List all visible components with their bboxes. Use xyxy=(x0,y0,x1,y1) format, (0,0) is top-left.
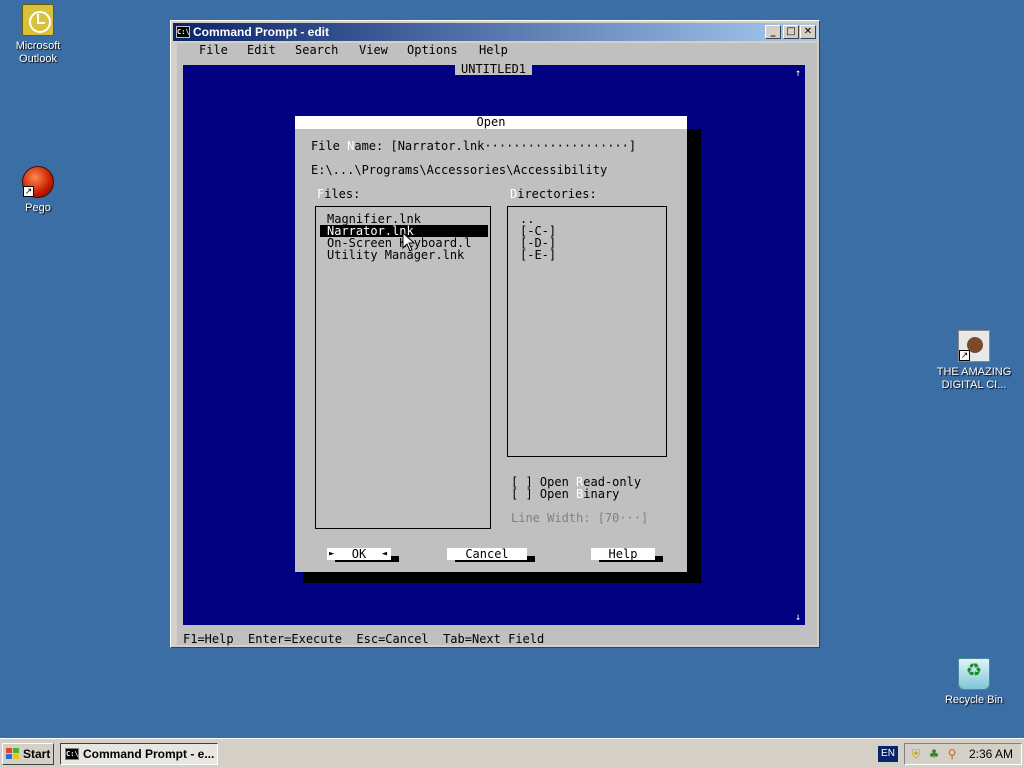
scroll-down-arrow-icon[interactable]: ↓ xyxy=(795,613,803,623)
directories-label-text: irectories: xyxy=(517,187,597,201)
menu-options[interactable]: Options xyxy=(407,43,458,57)
shortcut-arrow-icon: ↗ xyxy=(959,350,970,361)
security-shield-icon[interactable]: ⛨ xyxy=(909,747,923,761)
dialog-title: Open xyxy=(295,116,687,129)
start-button[interactable]: Start xyxy=(2,743,54,765)
directory-item[interactable]: [-E-] xyxy=(520,249,556,261)
binary-text: inary xyxy=(583,487,620,501)
console-icon[interactable]: C:\ xyxy=(176,26,190,38)
mouse-cursor-icon xyxy=(402,232,416,252)
amazing-digital-icon: ↗ xyxy=(958,330,990,362)
list-item[interactable]: Utility Manager.lnk xyxy=(327,249,464,261)
file-name-label-prefix: File xyxy=(311,139,348,153)
directories-list[interactable]: .. [-C-] [-D-] [-E-] xyxy=(506,205,668,458)
outlook-label-line1: Microsoft xyxy=(15,40,61,52)
desktop-icon-outlook[interactable]: Microsoft Outlook xyxy=(0,4,76,66)
taskbar-item-command-prompt[interactable]: C:\ Command Prompt - e... xyxy=(60,743,218,765)
windows-logo-icon xyxy=(6,748,20,760)
language-indicator[interactable]: EN xyxy=(878,746,898,762)
binary-box: [ ] Open xyxy=(511,487,577,501)
menu-search[interactable]: Search xyxy=(295,43,338,57)
editor-menubar: File Edit Search View Options Help xyxy=(177,43,817,57)
menu-edit[interactable]: Edit xyxy=(247,43,276,57)
scroll-up-arrow-icon[interactable]: ↑ xyxy=(795,69,803,79)
recycle-bin-icon xyxy=(958,658,990,690)
current-path: E:\...\Programs\Accessories\Accessibilit… xyxy=(311,163,608,177)
amazing-label-line2: DIGITAL CI... xyxy=(941,379,1007,391)
cancel-button[interactable]: Cancel xyxy=(447,548,527,560)
desktop-icon-pego[interactable]: ↗ Pego xyxy=(0,166,76,215)
open-binary-checkbox[interactable]: [ ] Open Binary xyxy=(511,488,619,500)
file-name-value: ame: [Narrator.lnk····················] xyxy=(354,139,637,153)
network-icon[interactable]: ♣ xyxy=(927,747,941,761)
outlook-label-line2: Outlook xyxy=(19,53,57,65)
directories-label: Directories: xyxy=(510,188,597,200)
open-dialog: Open File Name: [Narrator.lnk···········… xyxy=(295,116,687,572)
files-label-text: iles: xyxy=(324,187,361,201)
minimize-button[interactable]: _ xyxy=(765,25,781,39)
search-icon[interactable]: ⚲ xyxy=(945,747,959,761)
editor-status-bar: F1=Help Enter=Execute Esc=Cancel Tab=Nex… xyxy=(177,633,817,645)
console-icon: C:\ xyxy=(65,748,79,760)
outlook-icon xyxy=(22,4,54,36)
ok-button-label: OK xyxy=(351,547,367,561)
system-tray: ⛨ ♣ ⚲ 2:36 AM xyxy=(904,743,1022,765)
desktop-icon-amazing-digital[interactable]: ↗ THE AMAZING DIGITAL CI... xyxy=(936,330,1012,392)
taskbar-item-label: Command Prompt - e... xyxy=(83,747,215,761)
menu-help[interactable]: Help xyxy=(479,43,508,57)
pego-label: Pego xyxy=(25,202,51,214)
document-title: UNTITLED1 xyxy=(455,63,533,75)
desktop-icon-recycle-bin[interactable]: Recycle Bin xyxy=(936,658,1012,707)
ok-left-marker-icon: ► xyxy=(329,549,335,559)
menu-view[interactable]: View xyxy=(359,43,388,57)
files-label: Files: xyxy=(317,188,360,200)
file-name-field[interactable]: File Name: [Narrator.lnk················… xyxy=(311,140,636,152)
maximize-button[interactable]: □ xyxy=(783,25,799,39)
help-button[interactable]: Help xyxy=(591,548,655,560)
ok-right-marker-icon: ◄ xyxy=(381,549,387,559)
shortcut-arrow-icon: ↗ xyxy=(23,186,34,197)
menu-file[interactable]: File xyxy=(199,43,228,57)
close-button[interactable]: ✕ xyxy=(800,25,816,39)
line-width-field: Line Width: [70···] xyxy=(511,511,649,525)
taskbar: Start C:\ Command Prompt - e... EN ⛨ ♣ ⚲… xyxy=(0,738,1024,768)
recycle-bin-label: Recycle Bin xyxy=(944,694,1004,706)
window-titlebar[interactable]: C:\ Command Prompt - edit _ □ ✕ xyxy=(173,23,817,41)
start-label: Start xyxy=(23,747,51,761)
ok-button[interactable]: ► OK ◄ xyxy=(327,548,391,560)
clock[interactable]: 2:36 AM xyxy=(969,744,1013,764)
pego-icon: ↗ xyxy=(22,166,54,198)
amazing-label-line1: THE AMAZING xyxy=(936,366,1012,378)
window-title: Command Prompt - edit xyxy=(193,25,330,39)
files-list[interactable]: Magnifier.lnk Narrator.lnk On-Screen Key… xyxy=(314,205,492,530)
